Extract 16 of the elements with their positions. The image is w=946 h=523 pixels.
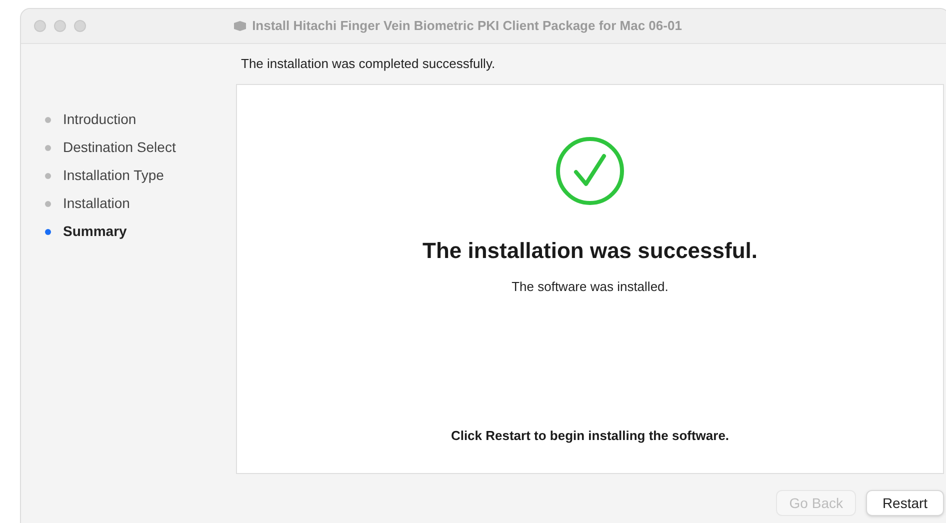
success-heading: The installation was successful. [422, 237, 758, 265]
window-control-icon[interactable] [54, 20, 66, 32]
step-label: Installation [63, 194, 130, 213]
restart-button[interactable]: Restart [866, 490, 944, 516]
status-header: The installation was completed successfully. [241, 55, 496, 74]
checkmark-circle-icon [555, 136, 625, 206]
restart-instruction: Click Restart to begin installing the software. [450, 426, 730, 445]
package-icon [233, 20, 248, 32]
step-label: Introduction [63, 110, 136, 129]
window-control-icon[interactable] [74, 20, 86, 32]
step-label: Installation Type [63, 166, 164, 185]
step-label: Summary [63, 222, 127, 241]
step-label: Destination Select [63, 138, 176, 157]
success-subtitle: The software was installed. [512, 278, 668, 296]
window-title: Install Hitachi Finger Vein Biometric PKI Client Package for Mac 06-01 [252, 17, 682, 36]
window-control-icon[interactable] [34, 20, 46, 32]
